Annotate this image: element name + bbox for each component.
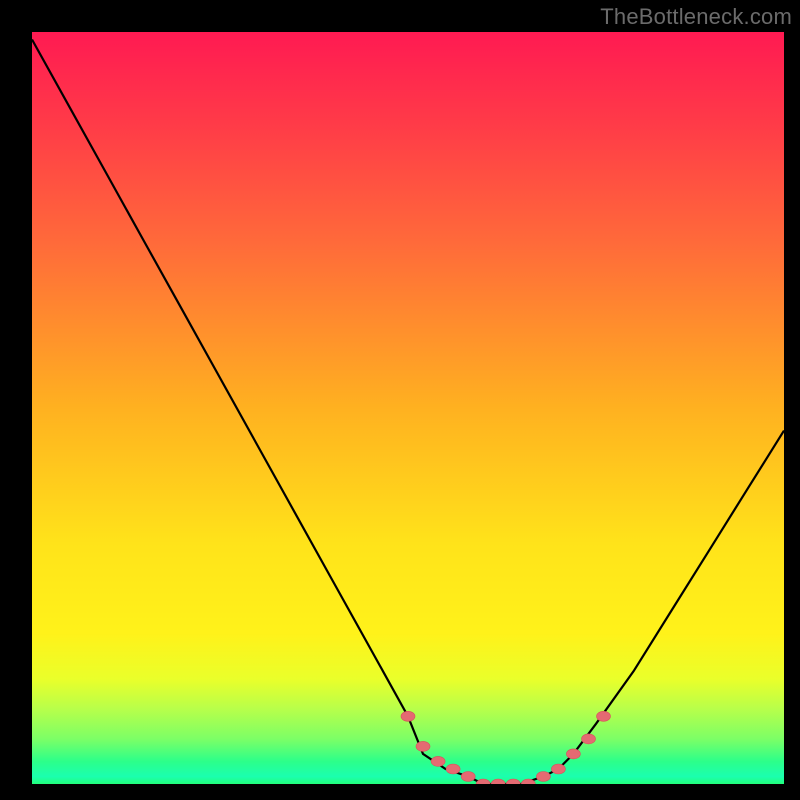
highlight-point (566, 749, 580, 759)
highlight-point (461, 772, 475, 782)
bottleneck-curve (32, 40, 784, 785)
chart-plot-area (32, 32, 784, 784)
highlight-point (491, 779, 505, 784)
highlight-point (597, 711, 611, 721)
highlight-point (446, 764, 460, 774)
chart-svg (32, 32, 784, 784)
highlight-point (476, 779, 490, 784)
highlight-point (536, 772, 550, 782)
curve-path (32, 40, 784, 785)
highlight-point (582, 734, 596, 744)
highlight-point (401, 711, 415, 721)
highlight-point (416, 741, 430, 751)
chart-frame: TheBottleneck.com (0, 0, 800, 800)
highlight-point (506, 779, 520, 784)
highlight-point (551, 764, 565, 774)
highlight-point (431, 756, 445, 766)
watermark-text: TheBottleneck.com (600, 4, 792, 30)
